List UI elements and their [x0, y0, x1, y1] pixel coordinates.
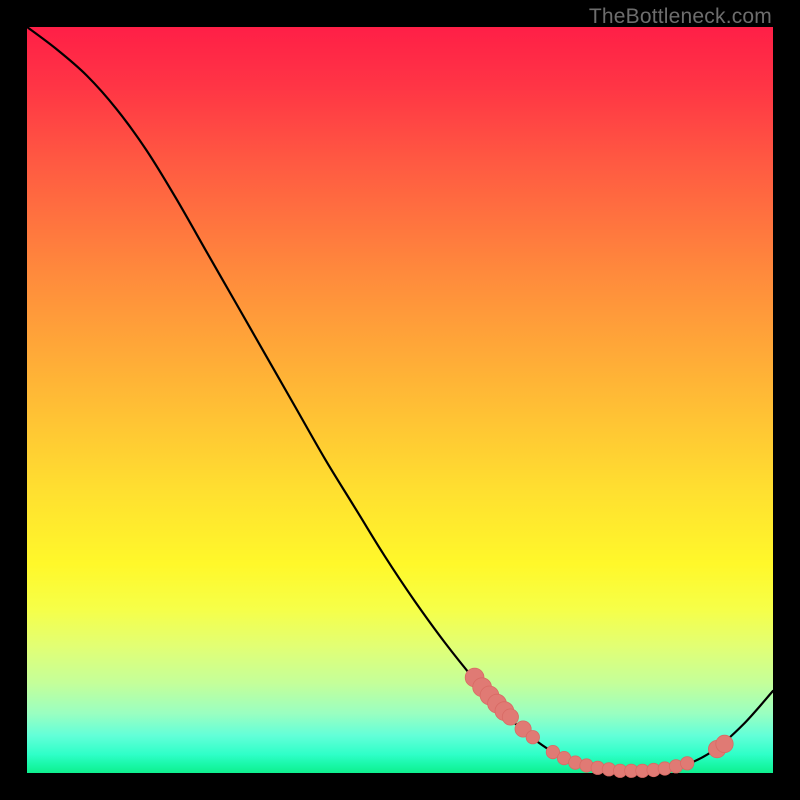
data-marker [681, 757, 694, 770]
chart-overlay [27, 27, 773, 773]
bottleneck-curve [27, 27, 773, 771]
data-marker [502, 709, 518, 725]
data-marker [716, 735, 733, 752]
chart-frame: TheBottleneck.com [0, 0, 800, 800]
data-marker [526, 731, 539, 744]
watermark-label: TheBottleneck.com [589, 5, 772, 29]
marker-group [465, 668, 733, 777]
